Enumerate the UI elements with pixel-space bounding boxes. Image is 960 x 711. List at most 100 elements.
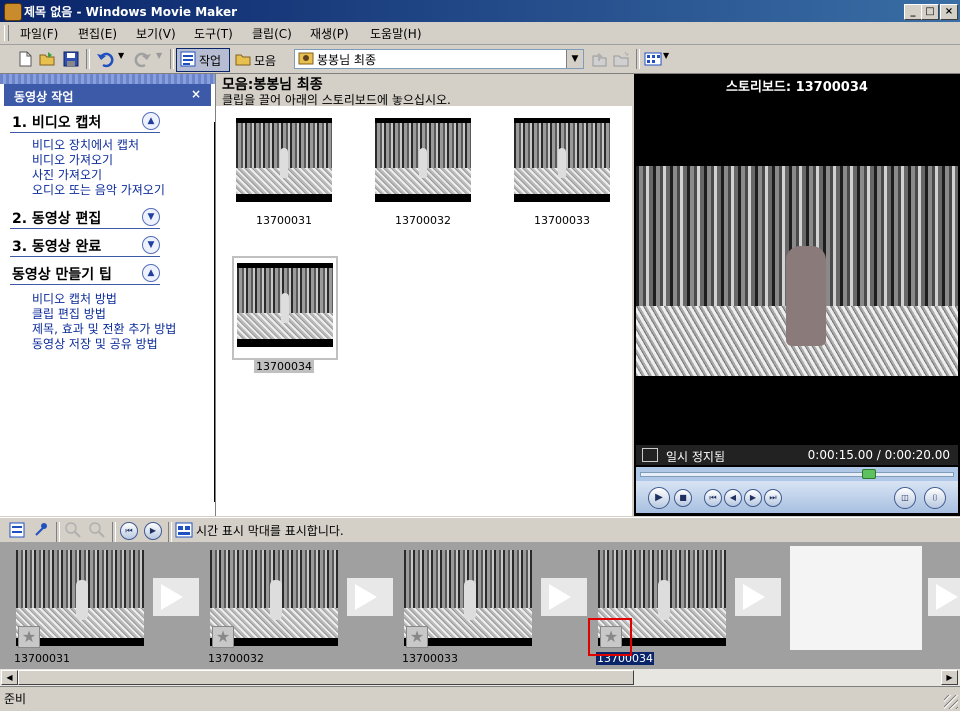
clip-thumbnail[interactable] — [514, 118, 610, 202]
playback-time: 0:00:15.00 / 0:00:20.00 — [807, 448, 950, 462]
scroll-thumb[interactable] — [18, 670, 634, 685]
show-timeline-icon[interactable] — [175, 521, 193, 539]
menu-tools[interactable]: 도구(T) — [194, 25, 233, 41]
tasks-button[interactable]: 작업 — [176, 48, 230, 72]
link-how-to-save-share[interactable]: 동영상 저장 및 공유 방법 — [32, 337, 158, 352]
scroll-left-icon[interactable]: ◀ — [1, 670, 18, 685]
storyboard-transition[interactable] — [153, 578, 199, 616]
storyboard-empty-slot[interactable] — [790, 546, 922, 650]
take-picture-icon[interactable]: ⌷ — [924, 487, 946, 509]
scroll-right-icon[interactable]: ▶ — [941, 670, 958, 685]
link-how-to-edit[interactable]: 클립 편집 방법 — [32, 307, 106, 322]
seek-bar[interactable] — [636, 467, 958, 481]
window-title: 제목 없음 - Windows Movie Maker — [24, 5, 237, 19]
play-icon[interactable]: ▶ — [648, 487, 670, 509]
forward-icon[interactable]: ⏭ — [764, 489, 782, 507]
previous-frame-icon[interactable]: ◀ — [724, 489, 742, 507]
collections-button[interactable]: 모음 — [232, 48, 282, 70]
chevron-down-icon[interactable]: ▼ — [566, 50, 583, 68]
menu-help[interactable]: 도움말(H) — [370, 25, 422, 41]
collection-select[interactable]: 봉봉님 최종 ▼ — [294, 49, 584, 69]
maximize-button[interactable]: □ — [921, 4, 939, 20]
fullscreen-icon[interactable] — [642, 448, 658, 462]
transition-arrow-icon — [161, 584, 183, 610]
storyboard-transition[interactable] — [541, 578, 587, 616]
link-import-audio[interactable]: 오디오 또는 음악 가져오기 — [32, 183, 165, 198]
tasks-label: 작업 — [199, 54, 222, 68]
storyboard-transition[interactable] — [735, 578, 781, 616]
set-audio-levels-icon[interactable] — [32, 521, 50, 539]
undo-dropdown-icon[interactable]: ▼ — [118, 51, 124, 60]
clip-thumbnail[interactable] — [236, 118, 332, 202]
views-dropdown-icon[interactable]: ▼ — [663, 51, 669, 60]
up-one-level-icon[interactable] — [590, 50, 608, 68]
tasks-icon — [180, 51, 196, 67]
clip-label: 13700032 — [395, 214, 451, 227]
storyboard-clip[interactable]: ★ — [404, 550, 532, 648]
menu-clip[interactable]: 클립(C) — [252, 25, 292, 41]
toolbar-separator — [636, 49, 640, 69]
section-edit-movie[interactable]: 2. 동영상 편집 ▼ — [10, 206, 160, 229]
clip-thumbnail[interactable] — [375, 118, 471, 202]
title-bar: 제목 없음 - Windows Movie Maker _ □ × — [0, 0, 960, 22]
clip-image — [236, 118, 332, 202]
section-capture-video[interactable]: 1. 비디오 캡처 ▲ — [10, 110, 160, 133]
zoom-in-icon[interactable] — [64, 521, 82, 539]
chevron-up-icon[interactable]: ▲ — [142, 112, 160, 130]
chevron-up-icon[interactable]: ▲ — [142, 264, 160, 282]
views-icon[interactable] — [644, 50, 662, 68]
narrate-timeline-icon[interactable] — [8, 521, 26, 539]
collection-subtitle: 클립을 끌어 아래의 스토리보드에 놓으십시오. — [222, 93, 451, 107]
open-project-icon[interactable] — [38, 50, 56, 68]
star-icon[interactable]: ★ — [212, 626, 234, 648]
redo-icon[interactable] — [134, 50, 152, 68]
menu-file[interactable]: 파일(F) — [20, 25, 58, 41]
undo-icon[interactable] — [96, 50, 114, 68]
resize-grip-icon[interactable] — [944, 695, 958, 709]
storyboard-transition[interactable] — [928, 578, 960, 616]
chevron-down-icon[interactable]: ▼ — [142, 208, 160, 226]
next-frame-icon[interactable]: ▶ — [744, 489, 762, 507]
link-import-video[interactable]: 비디오 가져오기 — [32, 153, 113, 168]
status-text: 준비 — [4, 692, 27, 706]
zoom-out-icon[interactable] — [88, 521, 106, 539]
storyboard-toolbar: ⏮ ▶ 시간 표시 막대를 표시합니다. — [0, 517, 960, 543]
storyboard-transition[interactable] — [347, 578, 393, 616]
split-clip-icon[interactable]: ◫ — [894, 487, 916, 509]
close-button[interactable]: × — [940, 4, 958, 20]
preview-status-bar: 일시 정지됨 0:00:15.00 / 0:00:20.00 — [636, 445, 958, 465]
collection-icon — [298, 52, 314, 65]
section-title: 3. 동영상 완료 — [12, 239, 102, 255]
back-icon[interactable]: ⏮ — [704, 489, 722, 507]
menu-edit[interactable]: 편집(E) — [78, 25, 117, 41]
storyboard-clip[interactable]: ★ — [16, 550, 144, 648]
storyboard-scrollbar[interactable]: ◀ ▶ — [0, 668, 960, 686]
chevron-down-icon[interactable]: ▼ — [142, 236, 160, 254]
playback-controls: ▶ ■ ⏮ ◀ ▶ ⏭ ◫ ⌷ — [636, 481, 958, 513]
show-timeline-hint[interactable]: 시간 표시 막대를 표시합니다. — [196, 522, 344, 539]
minimize-button[interactable]: _ — [904, 4, 922, 20]
seek-slider[interactable] — [862, 469, 876, 479]
close-icon[interactable]: × — [191, 87, 201, 101]
storyboard-clip[interactable]: ★ — [210, 550, 338, 648]
star-icon[interactable]: ★ — [406, 626, 428, 648]
redo-dropdown-icon[interactable]: ▼ — [156, 51, 162, 60]
link-import-pictures[interactable]: 사진 가져오기 — [32, 168, 102, 183]
clip-thumbnail-selected[interactable] — [232, 256, 338, 360]
menu-play[interactable]: 재생(P) — [310, 25, 349, 41]
task-pane-header: 동영상 작업 × — [4, 84, 211, 106]
link-how-to-capture[interactable]: 비디오 캡처 방법 — [32, 292, 117, 307]
star-icon[interactable]: ★ — [18, 626, 40, 648]
save-project-icon[interactable] — [62, 50, 80, 68]
section-movie-tips[interactable]: 동영상 만들기 팁 ▲ — [10, 262, 160, 285]
menu-view[interactable]: 보기(V) — [136, 25, 176, 41]
section-finish-movie[interactable]: 3. 동영상 완료 ▼ — [10, 234, 160, 257]
rewind-storyboard-icon[interactable]: ⏮ — [120, 522, 138, 540]
link-how-to-add-effects[interactable]: 제목, 효과 및 전환 추가 방법 — [32, 322, 176, 337]
stop-icon[interactable]: ■ — [674, 489, 692, 507]
new-project-icon[interactable] — [16, 50, 34, 68]
link-capture-from-device[interactable]: 비디오 장치에서 캡처 — [32, 138, 139, 153]
clip-label-selected: 13700034 — [236, 360, 332, 373]
play-storyboard-icon[interactable]: ▶ — [144, 522, 162, 540]
new-folder-icon[interactable] — [612, 50, 630, 68]
